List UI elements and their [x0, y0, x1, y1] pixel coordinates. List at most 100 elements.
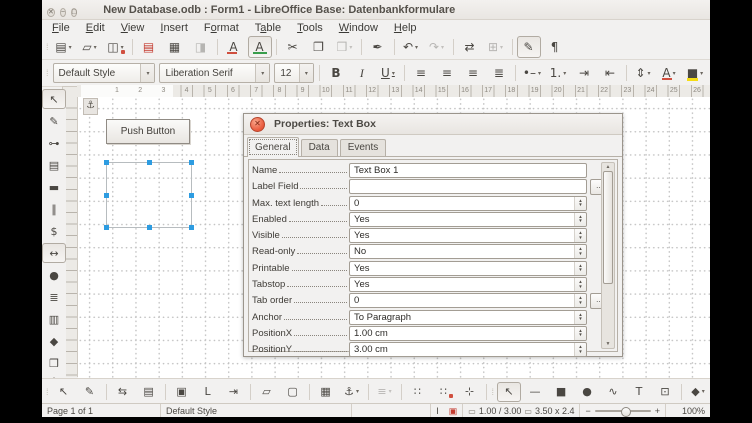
rectangle-button[interactable]: ■: [549, 382, 573, 402]
name-input[interactable]: Text Box 1: [349, 163, 587, 178]
check-box-button[interactable]: ▬: [42, 177, 66, 197]
add-field-button[interactable]: ▱: [255, 382, 279, 402]
push-button-button[interactable]: ↔: [42, 243, 66, 263]
snap-to-grid-button[interactable]: ∷: [432, 382, 456, 402]
font-size-combo[interactable]: 12 ▾: [274, 63, 314, 83]
menu-file[interactable]: File: [44, 22, 78, 34]
highlighting-color-button[interactable]: ■▾: [683, 62, 707, 84]
formatting-marks-button[interactable]: ¶: [543, 36, 567, 58]
line-spacing-button[interactable]: ⇕▾: [631, 62, 655, 84]
cut-button[interactable]: ✂: [281, 36, 305, 58]
spinner-icon[interactable]: ▲▼: [574, 213, 586, 226]
clone-formatting-button[interactable]: ✒: [366, 36, 390, 58]
dropdown-caret-icon[interactable]: ▾: [538, 70, 541, 77]
zoom-thumb[interactable]: [621, 407, 631, 417]
toolbar-grip[interactable]: ⁞: [492, 387, 495, 397]
new-document-button[interactable]: ▤▾: [52, 36, 76, 58]
label-field-button[interactable]: ◆: [42, 331, 66, 351]
push-button-control[interactable]: Push Button: [106, 119, 190, 144]
tab-general[interactable]: General: [247, 137, 299, 157]
toolbar-grip[interactable]: ⁞: [46, 42, 49, 52]
enabled-input[interactable]: Yes▲▼: [349, 212, 587, 227]
align-center-button[interactable]: ≡: [435, 62, 459, 84]
auto-spellcheck-button[interactable]: A: [248, 36, 272, 58]
selection-handle[interactable]: [104, 225, 109, 230]
font-color-button[interactable]: A▾: [657, 62, 681, 84]
dropdown-caret-icon[interactable]: ▾: [121, 44, 124, 51]
dropdown-caret-icon[interactable]: ▾: [69, 44, 72, 51]
positionx-input[interactable]: 1.00 cm▲▼: [349, 326, 587, 341]
window-close-icon[interactable]: ✕: [47, 8, 55, 17]
spinner-icon[interactable]: ▲▼: [574, 229, 586, 242]
open-folder-button[interactable]: ▱▾: [78, 36, 102, 58]
position-size-button[interactable]: L: [196, 382, 220, 402]
spinner-icon[interactable]: ▲▼: [574, 197, 586, 210]
page-count[interactable]: Page 1 of 1: [42, 406, 160, 416]
anchor-input[interactable]: To Paragraph▲▼: [349, 310, 587, 325]
positiony-input[interactable]: 3.00 cm▲▼: [349, 342, 587, 357]
tab-data[interactable]: Data: [301, 139, 338, 156]
undo-button[interactable]: ↶▾: [399, 36, 423, 58]
insert-frame-button[interactable]: ⊡: [653, 382, 677, 402]
freeform-line-button[interactable]: ∿: [601, 382, 625, 402]
control-wizards-button[interactable]: ⇆: [111, 382, 135, 402]
menu-insert[interactable]: Insert: [152, 22, 196, 34]
align-justify-button[interactable]: ≣: [487, 62, 511, 84]
increase-indent-button[interactable]: ⇥: [572, 62, 596, 84]
zoom-percent[interactable]: 100%: [666, 406, 710, 416]
text-box-button[interactable]: ∥: [42, 199, 66, 219]
spinner-icon[interactable]: ▲▼: [574, 343, 586, 356]
combo-box-button[interactable]: ▥: [42, 309, 66, 329]
zoom-track[interactable]: [595, 410, 651, 412]
window-minimize-icon[interactable]: −: [60, 8, 66, 17]
basic-shapes-button[interactable]: ◆▾: [686, 382, 710, 402]
label-field-input[interactable]: [349, 179, 587, 194]
scroll-up-icon[interactable]: ▲: [602, 164, 614, 170]
toolbar-grip[interactable]: ⁞: [46, 68, 49, 78]
tab-events[interactable]: Events: [340, 139, 387, 156]
dropdown-caret-icon[interactable]: ▾: [356, 388, 359, 395]
formatted-field-button[interactable]: $: [42, 221, 66, 241]
spinner-icon[interactable]: ▲▼: [574, 262, 586, 275]
dropdown-caret-icon[interactable]: ▾: [389, 388, 392, 395]
dropdown-caret-icon[interactable]: ▾: [500, 44, 503, 51]
selection-handle[interactable]: [189, 225, 194, 230]
control-wizards-button[interactable]: ⊶: [42, 133, 66, 153]
chevron-down-icon[interactable]: ▾: [299, 64, 313, 82]
anchor-button[interactable]: ⚓▾: [340, 382, 364, 402]
selected-text-box-control[interactable]: [106, 162, 192, 228]
dropdown-caret-icon[interactable]: ▾: [349, 44, 352, 51]
page-style[interactable]: Default Style: [161, 406, 351, 416]
dialog-scrollbar[interactable]: ▲ ▼: [601, 162, 615, 349]
underline-button[interactable]: U▾: [376, 62, 400, 84]
decrease-indent-button[interactable]: ⇤: [598, 62, 622, 84]
form-canvas[interactable]: ⚓ Push Button ✕ Properties: Text Box Gen…: [78, 97, 710, 378]
dropdown-caret-icon[interactable]: ▾: [673, 70, 676, 77]
selection-handle[interactable]: [189, 193, 194, 198]
dropdown-caret-icon[interactable]: ▾: [441, 44, 444, 51]
chevron-down-icon[interactable]: ▾: [140, 64, 154, 82]
spelling-button[interactable]: A: [222, 36, 246, 58]
dialog-title-bar[interactable]: ✕ Properties: Text Box: [244, 114, 622, 135]
dialog-close-icon[interactable]: ✕: [250, 117, 265, 132]
cursor-position[interactable]: ▭ 1.00 / 3.00 ▭ 3.50 x 2.4: [463, 406, 579, 416]
menu-view[interactable]: View: [113, 22, 153, 34]
paragraph-style-combo[interactable]: Default Style ▾: [53, 63, 156, 83]
select-button[interactable]: ↖: [497, 382, 521, 402]
copy-button[interactable]: ❐: [307, 36, 331, 58]
spinner-icon[interactable]: ▲▼: [574, 327, 586, 340]
spinner-icon[interactable]: ▲▼: [574, 294, 586, 307]
italic-button[interactable]: I: [350, 62, 374, 84]
bold-button[interactable]: B: [324, 62, 348, 84]
tab-order-input[interactable]: 0▲▼: [349, 293, 587, 308]
zoom-in-icon[interactable]: +: [655, 406, 660, 416]
menu-tools[interactable]: Tools: [289, 22, 331, 34]
unordered-list-button[interactable]: •–▾: [520, 62, 544, 84]
ordered-list-button[interactable]: 1.▾: [546, 62, 570, 84]
control-properties-button[interactable]: ▣: [170, 382, 194, 402]
dropdown-caret-icon[interactable]: ▾: [700, 70, 703, 77]
selection-handle[interactable]: [104, 160, 109, 165]
toolbar-grip[interactable]: ⁞: [46, 387, 49, 397]
insert-text-box-button[interactable]: T: [627, 382, 651, 402]
select-button[interactable]: ↖: [42, 89, 66, 109]
